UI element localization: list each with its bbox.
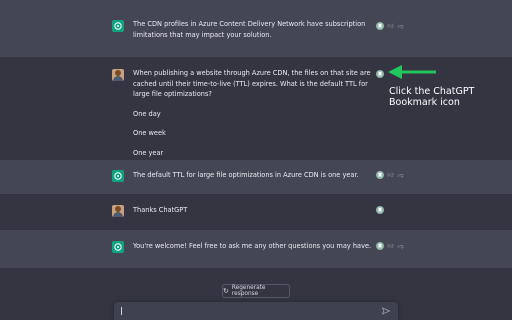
message-text: The default TTL for large file optimizat…: [133, 170, 378, 181]
thumbs-up-icon[interactable]: 👍︎: [387, 172, 394, 179]
user-avatar: [112, 205, 124, 217]
thumbs-up-icon[interactable]: 👍︎: [387, 23, 394, 30]
message-text: The CDN profiles in Azure Content Delive…: [133, 19, 378, 40]
annotation-line: Click the ChatGPT: [389, 86, 475, 97]
question-paragraph: When publishing a website through Azure …: [133, 69, 371, 98]
send-icon[interactable]: [382, 307, 390, 315]
message-text: You're welcome! Feel free to ask me any …: [133, 241, 378, 252]
regenerate-label: Regenerate response: [231, 285, 266, 297]
message-actions: [376, 69, 384, 79]
message-paragraph: The default TTL for large file optimizat…: [133, 171, 359, 179]
option-text: One year: [133, 148, 164, 157]
assistant-message-row: You're welcome! Feel free to ask me any …: [0, 230, 512, 268]
green-arrow-icon: [388, 65, 436, 79]
chatgpt-avatar-icon: [112, 170, 124, 182]
option-text: One day: [133, 109, 161, 118]
bookmark-icon[interactable]: [376, 22, 384, 30]
text-caret: [121, 307, 122, 315]
user-message-row: Thanks ChatGPT: [0, 194, 512, 230]
bookmark-icon[interactable]: [376, 70, 384, 78]
thumbs-up-icon[interactable]: 👍︎: [387, 243, 394, 250]
message-actions: 👍︎ 👎︎: [376, 170, 404, 180]
thumbs-down-icon[interactable]: 👎︎: [397, 172, 404, 179]
chatgpt-avatar-icon: [112, 20, 124, 32]
bookmark-icon[interactable]: [376, 242, 384, 250]
message-actions: 👍︎ 👎︎: [376, 21, 404, 31]
thumbs-down-icon[interactable]: 👎︎: [397, 243, 404, 250]
message-paragraph: Thanks ChatGPT: [133, 206, 188, 214]
message-text: When publishing a website through Azure …: [133, 68, 378, 158]
bookmark-icon[interactable]: [376, 171, 384, 179]
message-text: Thanks ChatGPT: [133, 205, 378, 216]
regenerate-button[interactable]: ↻ Regenerate response: [222, 284, 290, 298]
assistant-message-row: The default TTL for large file optimizat…: [0, 160, 512, 194]
option-text: One week: [133, 129, 166, 137]
thumbs-down-icon[interactable]: 👎︎: [397, 23, 404, 30]
message-input[interactable]: [114, 302, 398, 320]
chatgpt-avatar-icon: [112, 241, 124, 253]
annotation-line: Bookmark icon: [389, 97, 460, 108]
message-actions: [376, 205, 384, 215]
bookmark-icon[interactable]: [376, 206, 384, 214]
annotation-callout: Click the ChatGPT Bookmark icon: [389, 86, 474, 108]
refresh-icon: ↻: [223, 287, 229, 295]
message-paragraph: You're welcome! Feel free to ask me any …: [133, 242, 372, 250]
message-actions: 👍︎ 👎︎: [376, 241, 404, 251]
assistant-message-row: The CDN profiles in Azure Content Delive…: [0, 0, 512, 57]
message-paragraph: The CDN profiles in Azure Content Delive…: [133, 20, 366, 39]
user-avatar: [112, 69, 124, 81]
